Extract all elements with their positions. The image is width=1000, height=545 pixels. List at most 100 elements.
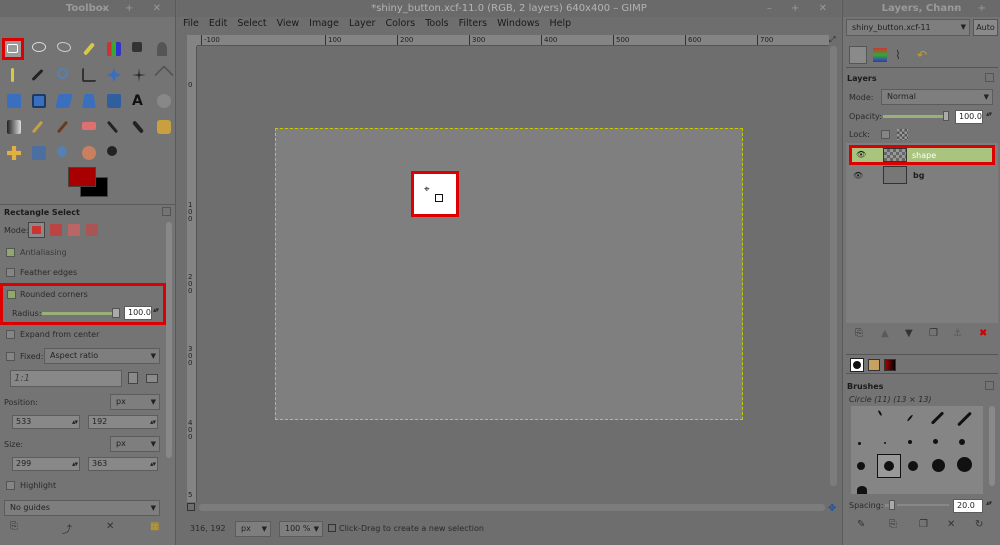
save-options-icon[interactable]: ⎘ (10, 521, 18, 532)
position-unit-select[interactable]: px (110, 394, 160, 410)
radius-input[interactable]: 100.0 (124, 306, 152, 320)
brush-item[interactable] (933, 439, 938, 444)
radius-slider[interactable] (42, 312, 116, 315)
highlight-checkbox[interactable] (6, 481, 15, 490)
image-selector[interactable]: shiny_button.xcf-11 (846, 19, 970, 36)
scissors-tool-icon[interactable] (130, 40, 148, 58)
vertical-scrollbar[interactable] (830, 46, 837, 486)
cage-transform-tool-icon[interactable] (155, 92, 173, 110)
mode-add-button[interactable] (50, 224, 62, 236)
ruler-corner[interactable] (187, 35, 197, 46)
mode-intersect-button[interactable] (86, 224, 98, 236)
brush-item[interactable] (957, 411, 972, 427)
smudge-tool-icon[interactable] (80, 144, 98, 162)
menu-edit[interactable]: Edit (209, 18, 227, 29)
layer-visibility-icon[interactable]: 👁 (853, 171, 863, 180)
navigate-icon[interactable]: ✥ (828, 503, 836, 514)
ink-tool-icon[interactable] (130, 118, 148, 136)
opacity-spinner[interactable] (985, 110, 993, 124)
ellipse-select-tool-icon[interactable] (30, 40, 48, 58)
tab-brushes-icon[interactable] (850, 358, 864, 372)
new-layer-icon[interactable]: ⎘ (855, 328, 863, 339)
delete-brush-icon[interactable]: ✕ (947, 519, 955, 530)
menu-view[interactable]: View (277, 18, 300, 29)
brush-item[interactable] (884, 442, 886, 444)
horizontal-scrollbar[interactable] (199, 504, 825, 511)
menu-help[interactable]: Help (550, 18, 572, 29)
tool-options-scrollbar[interactable] (166, 222, 172, 458)
clone-tool-icon[interactable] (155, 118, 173, 136)
landscape-icon[interactable] (146, 374, 158, 383)
tab-paths-icon[interactable]: ⌇ (895, 48, 909, 62)
brush-item[interactable] (957, 457, 972, 472)
brushes-menu-icon[interactable] (985, 381, 994, 390)
position-y-input[interactable]: 192 (88, 415, 158, 429)
perspective-tool-icon[interactable] (80, 92, 98, 110)
zoom-image-icon[interactable]: ⤢ (829, 35, 839, 45)
brush-item[interactable] (857, 462, 865, 470)
image-canvas[interactable] (275, 128, 743, 420)
feather-edges-checkbox[interactable] (6, 268, 15, 277)
brush-item[interactable] (908, 461, 918, 471)
menu-tools[interactable]: Tools (425, 18, 448, 29)
unit-select[interactable]: px (235, 521, 271, 537)
rounded-corners-checkbox[interactable] (7, 290, 16, 299)
expand-from-center-checkbox[interactable] (6, 330, 15, 339)
size-height-input[interactable]: 363 (88, 457, 158, 471)
scale-tool-icon[interactable] (30, 92, 48, 110)
bucket-fill-tool-icon[interactable] (5, 118, 23, 136)
brush-item[interactable] (858, 442, 861, 445)
menu-file[interactable]: File (183, 18, 199, 29)
rotate-tool-icon[interactable] (5, 92, 23, 110)
cancel-icon[interactable] (328, 524, 336, 532)
color-select-tool-icon[interactable] (105, 40, 123, 58)
brush-item[interactable] (959, 439, 965, 445)
duplicate-brush-icon[interactable]: ❐ (919, 519, 928, 530)
layer-visibility-icon[interactable]: 👁 (856, 150, 866, 159)
brush-item[interactable] (877, 409, 883, 417)
lock-pixels-checkbox[interactable] (881, 130, 890, 139)
anchor-layer-icon[interactable]: ⚓ (953, 328, 962, 339)
foreground-select-tool-icon[interactable] (155, 40, 173, 58)
move-tool-icon[interactable] (105, 66, 123, 84)
brush-item[interactable] (908, 440, 912, 444)
refresh-brushes-icon[interactable]: ↻ (975, 519, 983, 530)
spacing-slider-track[interactable] (897, 504, 949, 506)
edit-brush-icon[interactable]: ✎ (857, 519, 865, 530)
layer-row-shape[interactable]: 👁 shape (849, 145, 995, 165)
size-width-input[interactable]: 299 (12, 457, 80, 471)
spacing-slider-handle[interactable] (889, 500, 895, 510)
layer-row-bg[interactable]: 👁 bg (849, 166, 995, 186)
brush-grid[interactable] (851, 406, 983, 494)
auto-button[interactable]: Auto (973, 19, 998, 36)
brush-item[interactable] (906, 414, 914, 422)
delete-options-icon[interactable]: ✕ (106, 521, 114, 532)
radius-slider-handle[interactable] (112, 308, 120, 318)
horizontal-ruler[interactable]: -100 100 200 300 400 500 600 700 (197, 35, 829, 46)
aspect-ratio-input[interactable]: 1:1 (10, 370, 122, 387)
size-unit-select[interactable]: px (110, 436, 160, 452)
pencil-tool-icon[interactable] (30, 118, 48, 136)
quick-mask-icon[interactable] (187, 503, 195, 511)
zoom-select[interactable]: 100 % (279, 521, 323, 537)
opacity-slider[interactable] (883, 115, 945, 118)
rect-select-tool-icon[interactable] (2, 38, 24, 60)
fuzzy-select-tool-icon[interactable] (80, 40, 98, 58)
tab-gradients-icon[interactable] (884, 359, 896, 371)
delete-layer-icon[interactable]: ✖ (979, 328, 987, 339)
menu-image[interactable]: Image (309, 18, 339, 29)
blur-tool-icon[interactable] (54, 143, 73, 162)
spacing-spinner[interactable] (985, 499, 993, 513)
tab-undo-icon[interactable]: ↶ (917, 48, 931, 62)
brush-item[interactable] (857, 486, 867, 494)
zoom-tool-icon[interactable] (55, 66, 73, 84)
fixed-mode-select[interactable]: Aspect ratio (44, 348, 160, 364)
lower-layer-icon[interactable]: ▼ (905, 328, 913, 339)
configure-tab-icon[interactable] (162, 207, 171, 216)
airbrush-tool-icon[interactable] (105, 118, 123, 136)
measure-tool-icon[interactable] (80, 66, 98, 84)
layers-menu-icon[interactable] (985, 73, 994, 82)
new-brush-icon[interactable]: ⎘ (889, 519, 897, 530)
foreground-color-swatch[interactable] (68, 167, 96, 187)
mode-subtract-button[interactable] (68, 224, 80, 236)
